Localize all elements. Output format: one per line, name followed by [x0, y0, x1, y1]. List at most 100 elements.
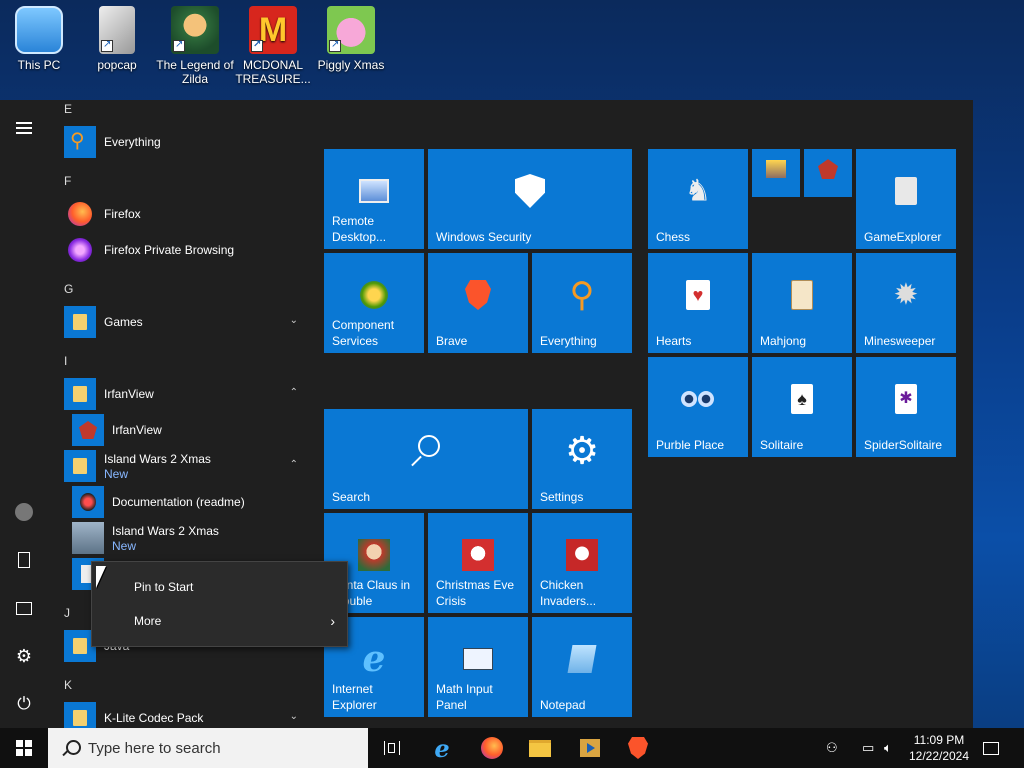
- solitaire-icon: ♠: [791, 384, 813, 414]
- tile-search[interactable]: Search: [324, 409, 528, 509]
- new-badge: New: [112, 538, 137, 553]
- taskbar-brave[interactable]: [614, 728, 662, 768]
- people-icon[interactable]: ⚇: [826, 740, 838, 756]
- desktop-icon-piggly-xmas[interactable]: Piggly Xmas: [312, 6, 390, 72]
- media-player-icon: [580, 739, 600, 757]
- document-icon: [99, 6, 135, 54]
- taskbar-search-box[interactable]: Type here to search: [48, 728, 368, 768]
- tile-chicken-invaders[interactable]: Chicken Invaders...: [532, 513, 632, 613]
- mcdonalds-icon: M: [249, 6, 297, 54]
- folder-icon: [64, 378, 96, 410]
- pin-to-start-item[interactable]: Pin to Start: [92, 570, 349, 604]
- app-irfanview-folder[interactable]: IrfanView ⌃: [64, 377, 308, 411]
- system-clock[interactable]: 11:09 PM 12/22/2024: [906, 732, 972, 764]
- start-button[interactable]: [0, 728, 48, 768]
- app-island-wars-folder[interactable]: Island Wars 2 Xmas New ⌃: [64, 449, 308, 483]
- chess-icon: ♞: [684, 174, 712, 208]
- tile-chess[interactable]: ♞ Chess: [648, 149, 748, 249]
- network-icon[interactable]: ▭: [862, 740, 874, 756]
- notification-icon: [983, 741, 999, 755]
- user-account-button[interactable]: [0, 492, 48, 532]
- tile-math-input-panel[interactable]: Math Input Panel: [428, 617, 528, 717]
- tile-label: SpiderSolitaire: [864, 438, 943, 452]
- action-center-button[interactable]: [968, 728, 1014, 768]
- new-badge: New: [104, 466, 129, 481]
- tile-minesweeper[interactable]: ✹ Minesweeper: [856, 253, 956, 353]
- hamburger-icon: [16, 122, 32, 134]
- readme-icon: [72, 486, 104, 518]
- taskbar-firefox[interactable]: [468, 728, 516, 768]
- desktop-icon-mcdonal-treasure[interactable]: M MCDONAL TREASURE...: [234, 6, 312, 86]
- notepad-icon: [567, 645, 597, 673]
- tile-brave[interactable]: Brave: [428, 253, 528, 353]
- tile-windows-security[interactable]: Windows Security: [428, 149, 632, 249]
- gear-icon: ⚙: [15, 645, 33, 666]
- letter-header-g[interactable]: G: [64, 282, 73, 296]
- taskbar-file-explorer[interactable]: [516, 728, 564, 768]
- desktop-icon-label: The Legend of Zilda: [156, 58, 234, 86]
- user-icon: [15, 503, 33, 521]
- tile-label: Minesweeper: [864, 334, 936, 348]
- app-firefox[interactable]: Firefox: [64, 197, 308, 231]
- tile-label: Windows Security: [436, 230, 532, 244]
- letter-header-f[interactable]: F: [64, 174, 71, 188]
- desktop-icon-this-pc[interactable]: This PC: [0, 6, 78, 72]
- tile-spider-solitaire[interactable]: ✱ SpiderSolitaire: [856, 357, 956, 457]
- brave-icon: [465, 280, 491, 310]
- desktop-icon-label: This PC: [17, 58, 61, 72]
- app-label: Firefox Private Browsing: [104, 242, 235, 257]
- app-documentation-readme[interactable]: Documentation (readme): [72, 485, 316, 519]
- tile-gameexplorer[interactable]: GameExplorer: [856, 149, 956, 249]
- tile-label: Internet Explorer: [332, 682, 377, 712]
- app-irfanview[interactable]: IrfanView: [72, 413, 316, 447]
- search-icon: [410, 435, 442, 467]
- tile-mahjong[interactable]: Mahjong: [752, 253, 852, 353]
- start-rail: ⚙ ⏻: [0, 100, 48, 728]
- tile-solitaire[interactable]: ♠ Solitaire: [752, 357, 852, 457]
- tile-remote-desktop[interactable]: Remote Desktop...: [324, 149, 424, 249]
- tile-notepad[interactable]: Notepad: [532, 617, 632, 717]
- settings-button[interactable]: ⚙: [0, 636, 48, 676]
- task-view-button[interactable]: [368, 728, 416, 768]
- firefox-icon: [64, 198, 96, 230]
- tile-everything[interactable]: ⚲ Everything: [532, 253, 632, 353]
- power-button[interactable]: ⏻: [0, 684, 48, 724]
- chevron-down-icon: ⌄: [289, 711, 298, 722]
- app-everything[interactable]: ⚲ Everything: [64, 125, 308, 159]
- tile-component-services[interactable]: Component Services: [324, 253, 424, 353]
- letter-header-e[interactable]: E: [64, 102, 72, 116]
- component-services-icon: [360, 281, 388, 309]
- tile-small-game-2[interactable]: [804, 149, 852, 197]
- tile-label: Purble Place: [656, 438, 725, 452]
- tile-christmas-eve-crisis[interactable]: Christmas Eve Crisis: [428, 513, 528, 613]
- desktop-icon-popcap[interactable]: popcap: [78, 6, 156, 72]
- pin-to-start-label: Pin to Start: [134, 580, 194, 594]
- letter-header-i[interactable]: I: [64, 354, 67, 368]
- taskbar-media-player[interactable]: [566, 728, 614, 768]
- taskbar-internet-explorer[interactable]: e: [418, 728, 466, 768]
- island-wars-icon: [72, 522, 104, 554]
- tile-hearts[interactable]: ♥ Hearts: [648, 253, 748, 353]
- tile-purble-place[interactable]: Purble Place: [648, 357, 748, 457]
- pictures-button[interactable]: [0, 588, 48, 628]
- desktop-icon-label: Piggly Xmas: [317, 58, 385, 72]
- app-label: Documentation (readme): [112, 494, 245, 509]
- documents-button[interactable]: [0, 540, 48, 580]
- app-games-folder[interactable]: Games ⌄: [64, 305, 308, 339]
- more-item[interactable]: More ›: [92, 604, 349, 638]
- tile-settings[interactable]: ⚙ Settings: [532, 409, 632, 509]
- app-label: Island Wars 2 Xmas: [112, 523, 219, 538]
- app-firefox-private[interactable]: Firefox Private Browsing: [64, 233, 308, 267]
- pictures-icon: [16, 601, 32, 615]
- game-explorer-icon: [895, 177, 917, 205]
- volume-muted-icon[interactable]: 🔈︎: [884, 740, 892, 756]
- desktop-icon-legend-of-zilda[interactable]: The Legend of Zilda: [156, 6, 234, 86]
- letter-header-j[interactable]: J: [64, 606, 70, 620]
- brave-icon: [628, 737, 648, 759]
- expand-menu-button[interactable]: [0, 108, 48, 148]
- christmas-game-icon: [462, 539, 494, 571]
- tile-small-game-1[interactable]: [752, 149, 800, 197]
- letter-header-k[interactable]: K: [64, 678, 72, 692]
- app-island-wars[interactable]: Island Wars 2 Xmas New: [72, 521, 316, 555]
- magnifier-icon: ⚲: [64, 126, 96, 158]
